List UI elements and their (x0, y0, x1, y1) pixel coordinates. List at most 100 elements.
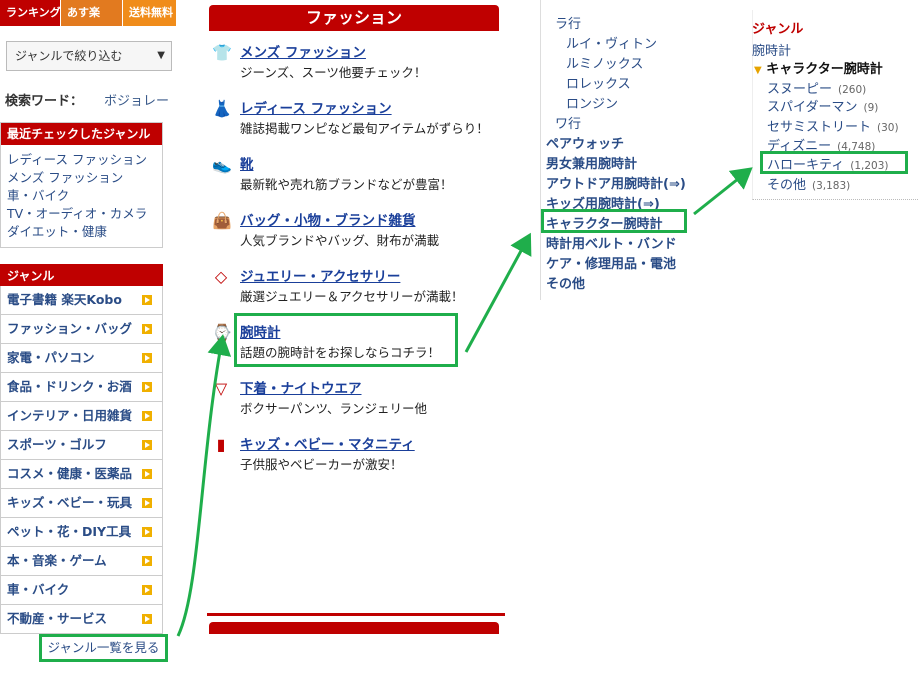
genre-item-label: インテリア・日用雑貨 (7, 408, 133, 423)
genre-item-label: 不動産・サービス (7, 611, 108, 626)
category-desc: 雑誌掲載ワンピなど最旬アイテムがずらり！ (240, 121, 489, 136)
category-title[interactable]: ジュエリー・アクセサリー (240, 265, 400, 285)
subcat-item[interactable]: 男女兼用腕時計 (546, 153, 637, 172)
divider (207, 613, 505, 616)
subcat-item[interactable]: ペアウォッチ (546, 133, 624, 152)
caret-down-icon: ▼ (754, 65, 762, 76)
right-child-genre[interactable]: セサミストリート (30) (767, 116, 899, 135)
arrow-right-icon (142, 295, 152, 305)
top-tabs: ランキング あす楽 送料無料 (0, 0, 176, 26)
arrow-right-icon (142, 411, 152, 421)
see-all-genres-link[interactable]: ジャンル一覧を見る (39, 634, 168, 662)
category-title[interactable]: メンズ ファッション (240, 41, 366, 61)
category-title[interactable]: キッズ・ベビー・マタニティ (240, 433, 415, 453)
keyword-label: 検索ワード： (5, 94, 84, 109)
genre-item[interactable]: 電子書籍 楽天Kobo (0, 286, 163, 315)
genre-item-label: 電子書籍 楽天Kobo (7, 292, 122, 307)
category-desc: 厳選ジュエリー＆アクセサリーが満載！ (240, 289, 464, 304)
tab-next-day[interactable]: あす楽 (60, 0, 122, 26)
dress-icon: 👗 (212, 99, 232, 118)
genre-item-label: 車・バイク (7, 582, 70, 597)
subcat-brand[interactable]: ルイ・ヴィトン (566, 33, 657, 52)
highlight-watches (234, 313, 458, 367)
arrow-right-icon (142, 527, 152, 537)
genre-item[interactable]: キッズ・ベビー・玩具 (0, 489, 163, 518)
fashion-header: ファッション (209, 5, 499, 31)
arrow-right-icon (142, 556, 152, 566)
genre-item-label: スポーツ・ゴルフ (7, 437, 107, 452)
genre-item-label: 本・音楽・ゲーム (7, 553, 107, 568)
genre-item[interactable]: ペット・花・DIY工具 (0, 518, 163, 547)
category-desc: ジーンズ、スーツ他要チェック！ (240, 65, 427, 80)
genre-item[interactable]: コスメ・健康・医薬品 (0, 460, 163, 489)
genre-item[interactable]: ファッション・バッグ (0, 315, 163, 344)
subcat-item[interactable]: ケア・修理用品・電池 (546, 253, 676, 272)
highlight-character-watch (541, 209, 687, 233)
recent-genres-title: 最近チェックしたジャンル (1, 123, 162, 145)
recent-genres-box: 最近チェックしたジャンル レディース ファッション メンズ ファッション 車・バ… (0, 122, 163, 248)
recent-genre-item[interactable]: TV・オーディオ・カメラ (7, 205, 156, 223)
genre-item-label: キッズ・ベビー・玩具 (7, 495, 133, 510)
genre-filter-select[interactable]: ジャンルで絞り込む ▼ (6, 41, 172, 71)
right-child-genre[interactable]: その他 (3,183) (767, 174, 850, 193)
arrow-right-icon (142, 498, 152, 508)
right-current-genre-label: キャラクター腕時計 (766, 62, 883, 77)
recent-genre-item[interactable]: メンズ ファッション (7, 169, 156, 187)
subcat-item[interactable]: 時計用ベルト・バンド (546, 233, 677, 252)
arrow-to-character-watch (464, 232, 532, 353)
diamond-icon: ◇ (214, 267, 228, 286)
highlight-hello-kitty (760, 151, 908, 174)
keyword-value[interactable]: ボジョレー (104, 90, 169, 109)
recent-genre-item[interactable]: ダイエット・健康 (7, 223, 156, 241)
genre-item[interactable]: 家電・パソコン (0, 344, 163, 373)
genre-item-label: コスメ・健康・医薬品 (7, 466, 133, 481)
genre-item[interactable]: 食品・ドリンク・お酒 (0, 373, 163, 402)
recent-genre-item[interactable]: レディース ファッション (7, 151, 156, 169)
genre-item[interactable]: 不動産・サービス (0, 605, 163, 634)
category-title[interactable]: レディース ファッション (240, 97, 392, 117)
watch-icon: ⌚ (212, 323, 232, 342)
arrow-right-icon (142, 324, 152, 334)
child-count: (30) (877, 122, 899, 134)
category-title[interactable]: 下着・ナイトウエア (240, 377, 362, 397)
tab-free-shipping[interactable]: 送料無料 (122, 0, 176, 26)
right-genre-head: ジャンル (752, 22, 804, 37)
child-name: その他 (767, 178, 807, 193)
underwear-icon: ▽ (214, 379, 228, 398)
genre-item[interactable]: 車・バイク (0, 576, 163, 605)
genre-item[interactable]: インテリア・日用雑貨 (0, 402, 163, 431)
arrow-right-icon (142, 614, 152, 624)
child-count: (3,183) (812, 180, 851, 192)
subcat-item[interactable]: その他 (546, 273, 585, 292)
child-name: スパイダーマン (767, 100, 858, 115)
genre-item[interactable]: 本・音楽・ゲーム (0, 547, 163, 576)
category-desc: 人気ブランドやバッグ、財布が満載 (240, 233, 440, 248)
right-child-genre[interactable]: スヌーピー (260) (767, 78, 866, 97)
subcat-brand[interactable]: ロレックス (566, 73, 631, 92)
arrow-right-icon (142, 469, 152, 479)
arrow-right-icon (142, 440, 152, 450)
arrow-right-icon (142, 353, 152, 363)
genre-item-label: ファッション・バッグ (7, 321, 133, 336)
tab-ranking[interactable]: ランキング (0, 0, 61, 26)
arrow-right-icon (142, 382, 152, 392)
shirt-icon: 👕 (212, 43, 232, 62)
recent-genre-item[interactable]: 車・バイク (7, 187, 156, 205)
subcat-ra-head: ラ行 (555, 17, 582, 32)
right-current-genre: ▼ キャラクター腕時計 (754, 58, 883, 77)
category-title[interactable]: バッグ・小物・ブランド雑貨 (240, 209, 416, 229)
next-section-header (209, 622, 499, 634)
subcat-brand[interactable]: ルミノックス (566, 53, 643, 72)
child-name: スヌーピー (767, 82, 833, 97)
right-child-genre[interactable]: スパイダーマン (9) (767, 96, 878, 115)
genre-item[interactable]: スポーツ・ゴルフ (0, 431, 163, 460)
category-title[interactable]: 靴 (240, 153, 254, 173)
category-desc: 子供服やベビーカーが激安！ (240, 457, 403, 472)
subcat-item[interactable]: アウトドア用腕時計(⇒) (546, 173, 686, 192)
right-parent-genre[interactable]: 腕時計 (752, 40, 791, 59)
baby-bottle-icon: ▮ (216, 435, 226, 454)
genre-list-box: ジャンル 電子書籍 楽天Kobo ファッション・バッグ 家電・パソコン 食品・ド… (0, 264, 163, 634)
child-count: (260) (838, 84, 867, 96)
shoe-icon: 👟 (212, 155, 232, 174)
subcat-brand[interactable]: ロンジン (566, 93, 618, 112)
